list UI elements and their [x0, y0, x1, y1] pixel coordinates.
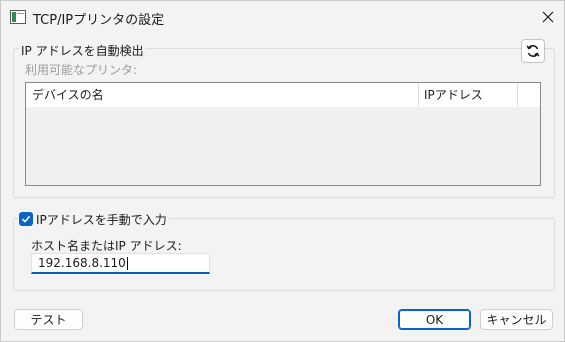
host-ip-input[interactable]: 192.168.8.110	[31, 253, 210, 274]
host-ip-value: 192.168.8.110	[38, 256, 126, 270]
available-printers-label: 利用可能なプリンタ:	[25, 63, 138, 77]
table-header: デバイスの名 IPアドレス	[26, 83, 540, 108]
text-caret	[126, 257, 128, 270]
ok-button[interactable]: OK	[398, 309, 471, 330]
checkmark-icon	[21, 215, 31, 223]
title-bar: TCP/IPプリンタの設定	[1, 1, 564, 33]
test-button[interactable]: テスト	[14, 309, 83, 330]
column-divider[interactable]	[517, 83, 518, 107]
host-field-label: ホスト名またはIP アドレス:	[31, 239, 182, 253]
column-header-device-name[interactable]: デバイスの名	[32, 83, 104, 107]
manual-ip-checkbox-row[interactable]: IPアドレスを手動で入力	[19, 211, 170, 227]
window-title: TCP/IPプリンタの設定	[33, 13, 165, 28]
close-button[interactable]	[534, 5, 562, 29]
refresh-icon	[526, 45, 540, 57]
cancel-button[interactable]: キャンセル	[480, 309, 553, 330]
dialog-window: TCP/IPプリンタの設定 IP アドレスを自動検出 利用可能なプリンタ: デバ…	[0, 0, 565, 342]
column-header-ip-address[interactable]: IPアドレス	[424, 83, 483, 107]
refresh-button[interactable]	[521, 39, 545, 63]
column-divider[interactable]	[418, 83, 419, 107]
manual-ip-checkbox[interactable]	[19, 212, 33, 226]
close-icon	[542, 11, 554, 23]
printer-list-table[interactable]: デバイスの名 IPアドレス	[25, 82, 541, 186]
auto-detect-group-label: IP アドレスを自動検出	[19, 42, 146, 59]
manual-ip-checkbox-label[interactable]: IPアドレスを手動で入力	[36, 211, 167, 228]
printer-window-icon	[10, 10, 26, 24]
